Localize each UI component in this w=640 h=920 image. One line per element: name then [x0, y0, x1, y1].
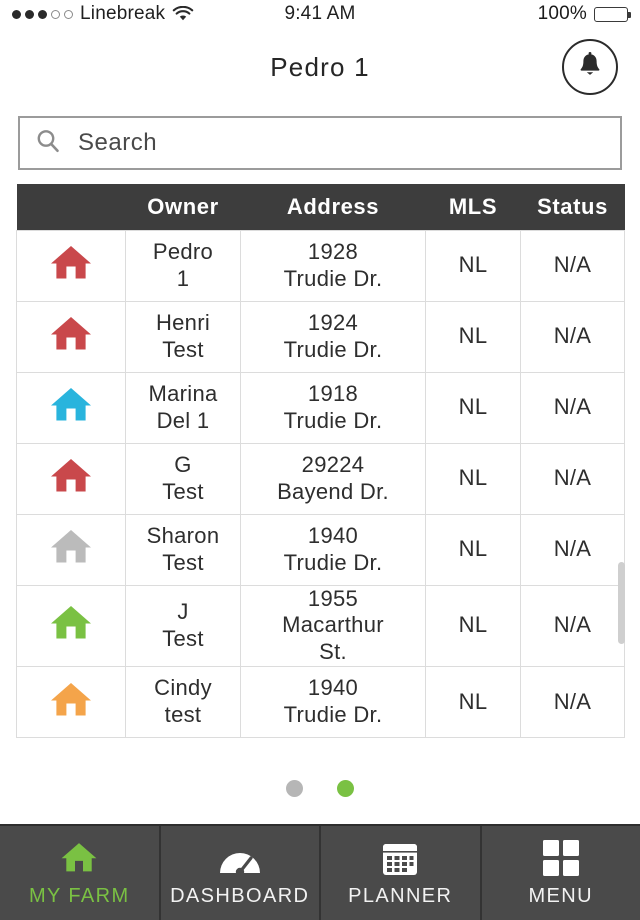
wifi-icon: [172, 5, 194, 22]
table-row[interactable]: Cindy test 1940 Trudie Dr. NL N/A: [16, 665, 625, 738]
cell-status: N/A: [520, 665, 625, 738]
signal-strength-icon: [12, 9, 73, 19]
home-icon: [59, 839, 99, 877]
row-property-icon[interactable]: [16, 665, 126, 738]
row-property-icon[interactable]: [16, 584, 126, 667]
cell-mls: NL: [425, 371, 521, 444]
page-title: Pedro 1: [270, 51, 370, 82]
house-icon: [48, 530, 94, 574]
tab-label: DASHBOARD: [170, 884, 310, 907]
tab-menu[interactable]: MENU: [482, 826, 640, 920]
search-bar[interactable]: [18, 116, 622, 170]
tab-my-farm[interactable]: MY FARM: [0, 826, 161, 920]
row-property-icon[interactable]: [16, 513, 126, 586]
cell-mls: NL: [425, 229, 521, 302]
house-icon: [48, 459, 94, 503]
battery-percent-label: 100%: [537, 3, 587, 24]
page-indicator: [0, 738, 640, 797]
speedometer-icon: [218, 839, 262, 877]
properties-table-container: Owner Address MLS Status Pedro 1 1928 Trudi…: [16, 184, 625, 738]
properties-table: Owner Address MLS Status Pedro 1 1928 Trudi…: [16, 184, 625, 738]
cell-owner: Marina Del 1: [125, 371, 241, 444]
table-row[interactable]: J Test 1955 Macarthur St. NL N/A: [16, 584, 625, 667]
notifications-button[interactable]: [562, 39, 618, 95]
house-icon: [48, 246, 94, 290]
cell-mls: NL: [425, 665, 521, 738]
table-row[interactable]: Pedro 1 1928 Trudie Dr. NL N/A: [16, 229, 625, 302]
table-row[interactable]: Henri Test 1924 Trudie Dr. NL N/A: [16, 300, 625, 373]
search-icon: [34, 127, 62, 160]
cell-status: N/A: [520, 229, 625, 302]
cell-owner: Sharon Test: [125, 513, 241, 586]
carrier-name: Linebreak: [80, 3, 166, 24]
navigation-bar: Pedro 1: [0, 28, 640, 106]
cell-owner: Pedro 1: [125, 229, 241, 302]
cell-address: 1940 Trudie Dr.: [240, 513, 426, 586]
cell-owner: J Test: [125, 584, 241, 667]
bottom-tab-bar: MY FARM DASHBOARD PLANNER MENU: [0, 824, 640, 920]
cell-owner: Henri Test: [125, 300, 241, 373]
cell-address: 1924 Trudie Dr.: [240, 300, 426, 373]
cell-mls: NL: [425, 442, 521, 515]
status-bar-left: Linebreak: [12, 3, 194, 25]
page-dot-1[interactable]: [286, 779, 303, 797]
cell-status: N/A: [520, 300, 625, 373]
column-header-status[interactable]: Status: [520, 184, 625, 230]
row-property-icon[interactable]: [16, 371, 126, 444]
cell-address: 1928 Trudie Dr.: [240, 229, 426, 302]
table-row[interactable]: Marina Del 1 1918 Trudie Dr. NL N/A: [16, 371, 625, 444]
app-root: Linebreak 9:41 AM 100% Pedro 1 Search Ow…: [0, 0, 640, 920]
table-row[interactable]: Sharon Test 1940 Trudie Dr. NL N/A: [16, 513, 625, 586]
row-property-icon[interactable]: [16, 300, 126, 373]
row-property-icon[interactable]: [16, 229, 126, 302]
column-header-icon[interactable]: [16, 184, 126, 230]
tab-planner[interactable]: PLANNER: [321, 826, 482, 920]
table-row[interactable]: G Test 29224 Bayend Dr. NL N/A: [16, 442, 625, 515]
house-icon: [48, 388, 94, 432]
house-icon: [48, 606, 94, 650]
search-input[interactable]: [78, 129, 606, 157]
table-body: Pedro 1 1928 Trudie Dr. NL N/A Henri Test 1924 Tr…: [16, 229, 625, 738]
battery-full-icon: [594, 6, 631, 22]
page-dot-2[interactable]: [337, 779, 354, 797]
status-bar: Linebreak 9:41 AM 100%: [0, 0, 640, 28]
grid-icon: [542, 839, 580, 877]
cell-address: 29224 Bayend Dr.: [240, 442, 426, 515]
table-header: Owner Address MLS Status: [16, 184, 625, 230]
cell-address: 1918 Trudie Dr.: [240, 371, 426, 444]
cell-status: N/A: [520, 513, 625, 586]
column-header-address[interactable]: Address: [240, 184, 426, 230]
cell-address: 1940 Trudie Dr.: [240, 665, 426, 738]
table-header-row: Owner Address MLS Status: [16, 184, 625, 230]
cell-status: N/A: [520, 584, 625, 667]
tab-label: PLANNER: [348, 884, 453, 907]
cell-address: 1955 Macarthur St.: [240, 584, 426, 667]
house-icon: [48, 317, 94, 361]
cell-owner: G Test: [125, 442, 241, 515]
column-header-owner[interactable]: Owner: [125, 184, 241, 230]
search-section: [0, 106, 640, 184]
calendar-icon: [381, 839, 419, 877]
cell-status: N/A: [520, 442, 625, 515]
status-bar-right: 100%: [537, 3, 631, 25]
bell-icon: [577, 51, 603, 84]
table-scrollbar-thumb[interactable]: [618, 562, 625, 644]
column-header-mls[interactable]: MLS: [425, 184, 521, 230]
cell-status: N/A: [520, 371, 625, 444]
tab-label: MY FARM: [28, 884, 130, 907]
tab-dashboard[interactable]: DASHBOARD: [161, 826, 321, 920]
row-property-icon[interactable]: [16, 442, 126, 515]
tab-label: MENU: [528, 884, 593, 907]
cell-mls: NL: [425, 584, 521, 667]
cell-owner: Cindy test: [125, 665, 241, 738]
cell-mls: NL: [425, 513, 521, 586]
cell-mls: NL: [425, 300, 521, 373]
house-icon: [48, 682, 94, 727]
